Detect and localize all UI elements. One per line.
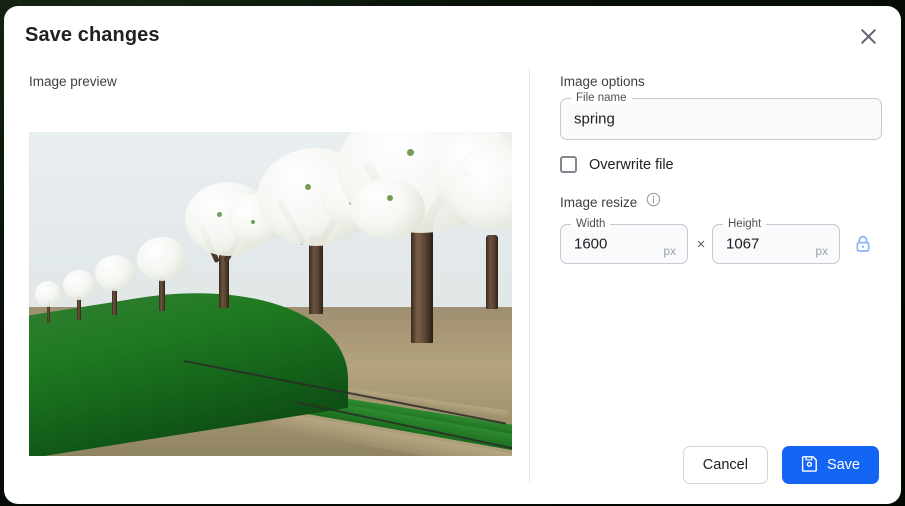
overwrite-file-checkbox[interactable] <box>560 156 577 173</box>
save-button-label: Save <box>826 457 860 473</box>
width-unit: px <box>663 244 676 258</box>
width-value: 1600 <box>574 235 608 253</box>
height-unit: px <box>815 244 828 258</box>
image-preview-panel: Image preview <box>4 68 529 504</box>
close-button[interactable] <box>851 21 885 55</box>
save-disk-icon <box>801 455 818 476</box>
dialog-footer: Cancel Save <box>682 446 879 484</box>
close-icon <box>860 28 877 48</box>
width-label: Width <box>571 218 611 230</box>
image-resize-header: Image resize <box>560 192 661 212</box>
save-changes-dialog: Save changes Image preview Image options… <box>4 6 901 504</box>
file-name-label: File name <box>571 92 632 104</box>
image-resize-label: Image resize <box>560 194 638 210</box>
dimension-separator: × <box>696 236 706 253</box>
lock-closed-icon <box>854 234 872 257</box>
aspect-ratio-lock-button[interactable] <box>850 232 876 258</box>
height-input[interactable]: Height 1067 px <box>712 218 840 264</box>
height-label: Height <box>723 218 767 230</box>
width-input[interactable]: Width 1600 px <box>560 218 688 264</box>
page-title: Save changes <box>25 24 160 46</box>
options-section-label: Image options <box>560 74 645 89</box>
overwrite-file-label: Overwrite file <box>589 156 674 173</box>
file-name-value: spring <box>574 110 615 128</box>
file-name-input[interactable]: File name spring <box>560 92 882 140</box>
cancel-button[interactable]: Cancel <box>682 446 768 484</box>
save-button[interactable]: Save <box>781 446 879 484</box>
orchard-photo <box>29 132 512 456</box>
image-options-panel: Image options File name spring Overwrite… <box>530 68 901 504</box>
image-preview[interactable] <box>29 132 512 456</box>
overwrite-file-checkbox-row[interactable]: Overwrite file <box>560 156 674 173</box>
height-value: 1067 <box>726 235 760 253</box>
info-icon[interactable] <box>646 192 661 212</box>
preview-section-label: Image preview <box>29 74 117 89</box>
dialog-header: Save changes <box>4 6 901 68</box>
